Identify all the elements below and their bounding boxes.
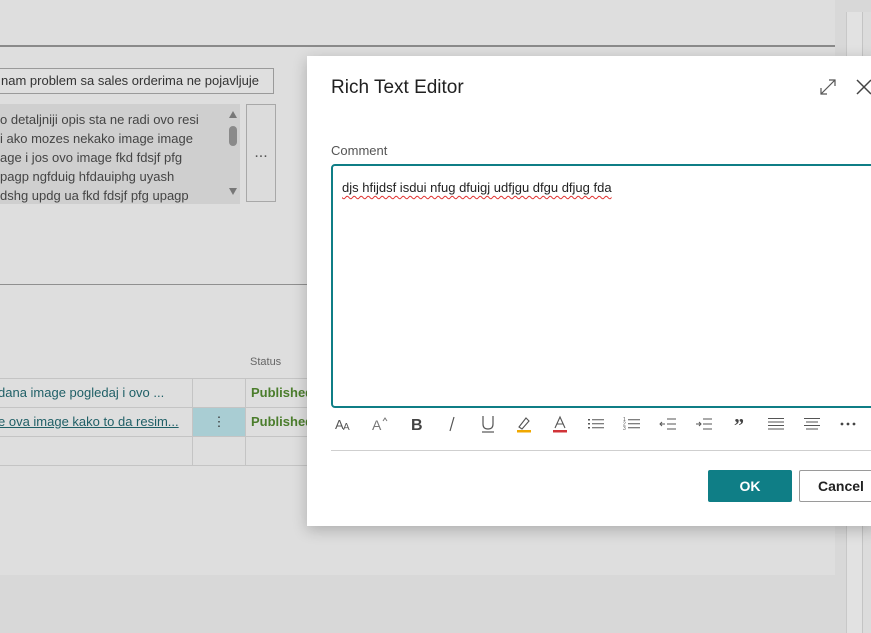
font-color-icon[interactable]: [547, 412, 573, 436]
svg-text:”: ”: [734, 417, 744, 431]
align-center-icon[interactable]: [799, 412, 825, 436]
footer-divider: [331, 450, 871, 451]
rich-text-editor-dialog: Rich Text Editor Comment djs hfijdsf isd…: [307, 56, 871, 526]
row-description[interactable]: e ova image kako to da resim...: [0, 408, 192, 436]
svg-text:B: B: [411, 417, 423, 432]
status-badge: Published: [251, 414, 311, 429]
scrollbar-thumb[interactable]: [229, 126, 237, 146]
highlight-icon[interactable]: [511, 412, 537, 436]
description-line: i ako mozes nekako image image: [0, 131, 193, 146]
status-badge: Published: [251, 385, 311, 400]
close-icon[interactable]: [855, 78, 871, 96]
ok-button[interactable]: OK: [708, 470, 792, 502]
numbered-list-icon[interactable]: 123: [619, 412, 645, 436]
row-description[interactable]: [0, 437, 192, 465]
scroll-down-icon[interactable]: [229, 188, 237, 195]
bulleted-list-icon[interactable]: [583, 412, 609, 436]
svg-text:A: A: [343, 422, 350, 432]
grow-font-icon[interactable]: A: [367, 412, 393, 436]
font-size-icon[interactable]: AA: [331, 412, 357, 436]
row-description[interactable]: dana image pogledaj i ovo ...: [0, 379, 192, 407]
assist-edit-button[interactable]: ...: [246, 104, 276, 202]
description-field[interactable]: o detaljniji opis sta ne radi ovo resi i…: [0, 104, 240, 204]
decrease-indent-icon[interactable]: [655, 412, 681, 436]
subject-field[interactable]: nam problem sa sales orderima ne pojavlj…: [0, 68, 274, 94]
description-line: pagp ngfduig hfdauiphg uyash: [0, 169, 175, 184]
row-actions[interactable]: [192, 379, 246, 407]
description-line: o detaljniji opis sta ne radi ovo resi: [0, 112, 199, 127]
formatting-toolbar: AA A B 123 ”: [331, 412, 871, 436]
comment-editor[interactable]: djs hfijdsf isdui nfug dfuigj udfjgu dfg…: [331, 164, 871, 408]
quote-icon[interactable]: ”: [727, 412, 753, 436]
status-column-header: Status: [250, 356, 282, 368]
italic-icon[interactable]: [439, 412, 465, 436]
align-left-icon[interactable]: [763, 412, 789, 436]
table-row[interactable]: e ova image kako to da resim... ⋮ Publis…: [0, 408, 311, 437]
dialog-title: Rich Text Editor: [331, 77, 464, 98]
svg-text:A: A: [372, 417, 382, 432]
cancel-button[interactable]: Cancel: [799, 470, 871, 502]
more-options-icon[interactable]: [835, 412, 861, 436]
section-divider-top: [0, 45, 835, 47]
description-scrollbar[interactable]: [226, 104, 240, 204]
table-row[interactable]: dana image pogledaj i ovo ... Published: [0, 379, 311, 408]
bold-icon[interactable]: B: [403, 412, 429, 436]
editor-content[interactable]: djs hfijdsf isdui nfug dfuigj udfjgu dfg…: [342, 180, 612, 195]
increase-indent-icon[interactable]: [691, 412, 717, 436]
comment-label: Comment: [331, 143, 388, 158]
underline-icon[interactable]: [475, 412, 501, 436]
scroll-up-icon[interactable]: [229, 111, 237, 118]
description-line: age i jos ovo image fkd fdsjf pfg: [0, 150, 183, 165]
expand-icon[interactable]: [819, 78, 837, 96]
description-line: dshg updg ua fkd fdsjf pfg upagp: [0, 188, 189, 203]
section-divider: [0, 284, 335, 285]
status-badge: [251, 437, 311, 465]
svg-text:3: 3: [623, 426, 626, 431]
row-actions-menu[interactable]: ⋮: [192, 408, 246, 436]
row-actions[interactable]: [192, 437, 246, 465]
table-row[interactable]: [0, 437, 308, 466]
